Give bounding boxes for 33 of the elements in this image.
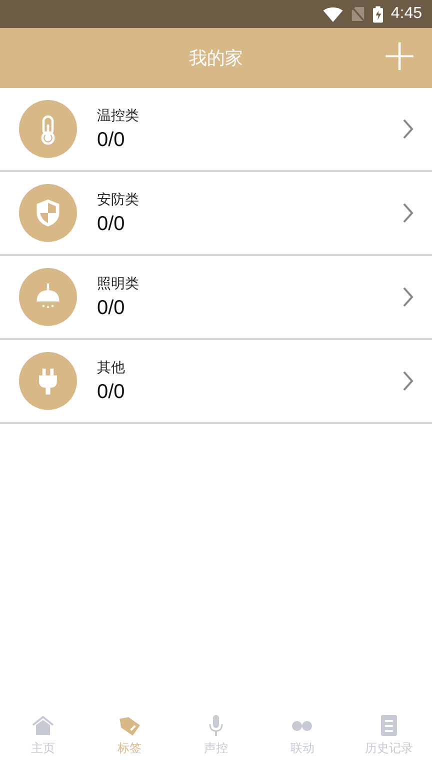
tab[interactable]: 主页: [0, 708, 86, 768]
thermometer-icon: [19, 100, 77, 158]
tag-icon: [118, 714, 142, 737]
add-button[interactable]: +: [379, 36, 420, 76]
category-name: 照明类: [97, 274, 140, 292]
category-name: 温控类: [97, 106, 140, 124]
category-row[interactable]: 照明类 0/0: [0, 256, 432, 340]
chevron-icon: [402, 202, 414, 224]
tab[interactable]: 联动: [259, 708, 346, 768]
wifi-icon: [322, 6, 343, 22]
category-row[interactable]: 温控类 0/0: [0, 88, 432, 172]
no-sim-icon: [350, 6, 365, 22]
shield-icon: [19, 184, 77, 242]
category-row[interactable]: 其他 0/0: [0, 340, 432, 424]
category-row[interactable]: 安防类 0/0: [0, 172, 432, 256]
device-count: 0/0: [97, 212, 126, 236]
battery-charging-icon: [372, 6, 383, 22]
tab[interactable]: 历史记录: [346, 708, 432, 768]
tab[interactable]: 标签: [86, 708, 173, 768]
category-name: 安防类: [97, 190, 140, 208]
screen-title: 我的家: [189, 47, 243, 70]
clock: 4:45: [390, 5, 422, 23]
device-count: 0/0: [97, 128, 126, 152]
plug-icon: [19, 352, 77, 410]
chevron-icon: [402, 370, 414, 392]
chevron-icon: [402, 118, 414, 140]
tab[interactable]: 声控: [172, 708, 259, 768]
home-icon: [31, 714, 56, 737]
device-count: 0/0: [97, 380, 126, 404]
chevron-icon: [402, 286, 414, 308]
category-name: 其他: [97, 358, 126, 376]
device-count: 0/0: [97, 296, 126, 320]
lamp-icon: [19, 268, 77, 326]
